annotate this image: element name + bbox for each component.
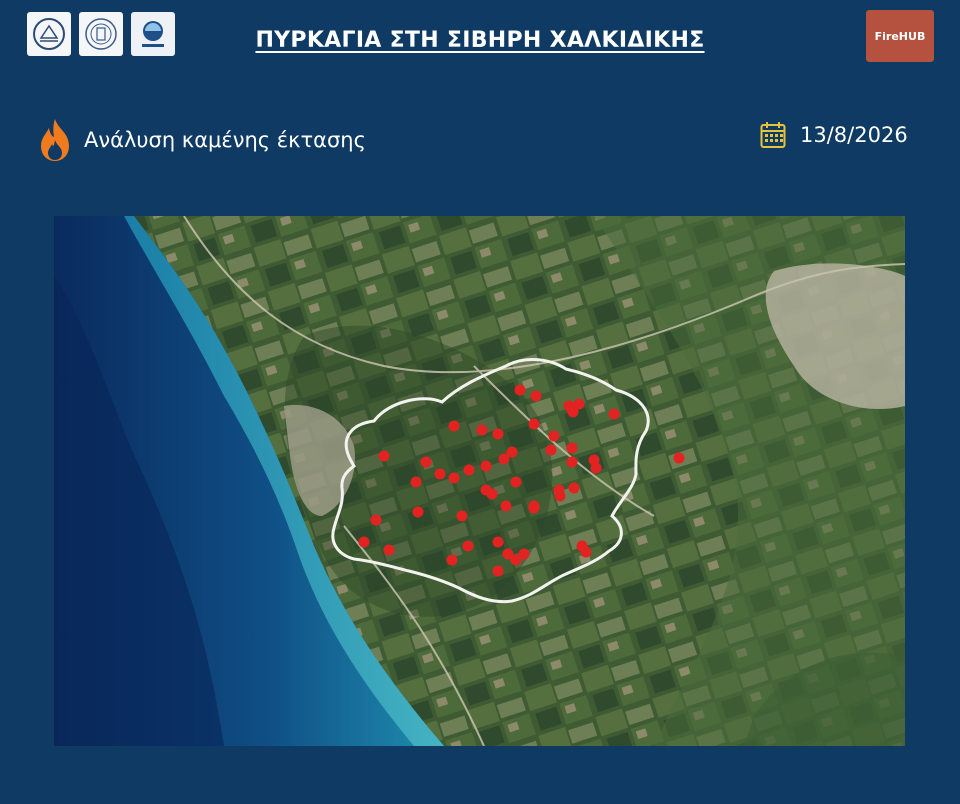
firehub-logo: FireHUB [866, 10, 934, 62]
fire-hotspot [492, 565, 504, 577]
fire-hotspot [480, 460, 492, 472]
flame-icon [41, 119, 69, 161]
fire-hotspot [358, 536, 370, 548]
fire-hotspot [486, 488, 498, 500]
fire-hotspot [456, 510, 468, 522]
fire-hotspot [528, 418, 540, 430]
fire-hotspot [500, 500, 512, 512]
fire-hotspot [673, 452, 685, 464]
fire-hotspot [420, 456, 432, 468]
fire-hotspot [548, 430, 560, 442]
fire-hotspot [463, 464, 475, 476]
fire-hotspot [476, 424, 488, 436]
fire-hotspot [446, 554, 458, 566]
fire-hotspot [510, 476, 522, 488]
fire-hotspot [383, 544, 395, 556]
date-text: 13/8/2026 [800, 123, 908, 147]
fire-hotspot [462, 540, 474, 552]
fire-hotspot [378, 450, 390, 462]
fire-hotspot [434, 468, 446, 480]
fire-hotspot [492, 428, 504, 440]
fire-hotspot [448, 472, 460, 484]
section-heading: Ανάλυση καμένης έκτασης [38, 116, 366, 164]
fire-hotspot [412, 506, 424, 518]
fire-hotspot [410, 476, 422, 488]
fire-hotspot [580, 546, 592, 558]
section-label: Ανάλυση καμένης έκτασης [84, 128, 366, 152]
fire-hotspot [590, 462, 602, 474]
page-title: ΠΥΡΚΑΓΙΑ ΣΤΗ ΣΙΒΗΡΗ ΧΑΛΚΙΔΙΚΗΣ [255, 28, 705, 53]
fire-hotspot [530, 390, 542, 402]
fire-hotspot [567, 406, 579, 418]
fire-hotspot [554, 490, 566, 502]
fire-hotspot [528, 502, 540, 514]
fire-hotspot [566, 456, 578, 468]
fire-hotspot [448, 420, 460, 432]
date-display: 13/8/2026 [760, 120, 908, 150]
satellite-map[interactable] [54, 216, 905, 746]
fire-hotspot [506, 446, 518, 458]
fire-hotspot [492, 536, 504, 548]
fire-hotspot [566, 442, 578, 454]
fire-hotspot [608, 408, 620, 420]
fire-hotspot [514, 384, 526, 396]
fire-hotspot [510, 554, 522, 566]
calendar-icon [760, 122, 786, 148]
map-canvas [54, 216, 905, 746]
fire-hotspot [545, 444, 557, 456]
fire-hotspot [370, 514, 382, 526]
fire-hotspot [568, 482, 580, 494]
